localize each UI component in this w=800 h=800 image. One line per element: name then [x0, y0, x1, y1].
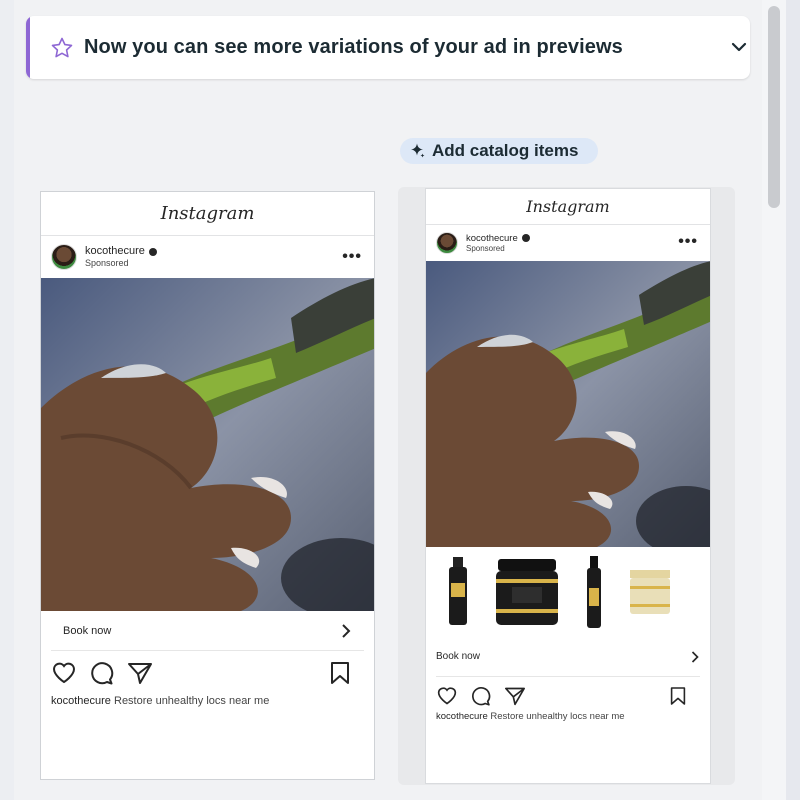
caption-text: Restore unhealthy locs near me — [490, 711, 625, 722]
chevron-down-icon[interactable] — [730, 38, 748, 56]
comment-icon[interactable] — [89, 661, 115, 685]
username: kocothecure — [85, 245, 145, 257]
ad-image — [426, 261, 710, 547]
more-options-icon[interactable]: ••• — [678, 233, 698, 251]
banner-title: Now you can see more variations of your … — [84, 36, 623, 58]
instagram-logo: Instagram — [426, 189, 710, 225]
post-header: kocothecure Sponsored ••• — [426, 225, 710, 261]
book-now-label: Book now — [63, 624, 112, 637]
post-actions — [426, 677, 710, 711]
banner-accent — [26, 16, 30, 79]
variations-banner[interactable]: Now you can see more variations of your … — [26, 16, 750, 79]
verified-icon — [521, 234, 530, 243]
book-now-cta[interactable]: Book now — [51, 611, 364, 651]
heart-icon[interactable] — [51, 661, 77, 685]
post-actions — [41, 651, 374, 695]
post-header: kocothecure Sponsored ••• — [41, 236, 374, 278]
ad-image — [41, 278, 374, 611]
instagram-logo: Instagram — [41, 192, 374, 236]
instagram-catalog-preview: Instagram kocothecure Sponsored ••• Book… — [425, 188, 711, 784]
heart-icon[interactable] — [436, 686, 458, 706]
instagram-feed-preview: Instagram kocothecure Sponsored ••• Book… — [40, 191, 375, 780]
username: kocothecure — [466, 232, 518, 244]
post-caption: kocothecure Restore unhealthy locs near … — [41, 695, 374, 707]
caption-text: Restore unhealthy locs near me — [114, 695, 270, 707]
scrollbar-thumb[interactable] — [768, 6, 780, 208]
bookmark-icon[interactable] — [330, 661, 350, 685]
spray-bottle-product — [587, 556, 601, 628]
share-icon[interactable] — [127, 661, 153, 685]
book-now-label: Book now — [436, 651, 480, 662]
more-options-icon[interactable]: ••• — [342, 248, 362, 266]
book-now-cta[interactable]: Book now — [436, 637, 700, 677]
verified-icon — [148, 247, 157, 256]
sponsored-label: Sponsored — [466, 243, 505, 253]
foam-bottle-product — [449, 557, 467, 625]
share-icon[interactable] — [504, 686, 526, 706]
right-gutter — [786, 0, 800, 800]
avatar — [51, 244, 77, 270]
catalog-carousel[interactable] — [426, 547, 710, 637]
caption-username: kocothecure — [436, 711, 488, 722]
avatar — [436, 232, 458, 254]
star-icon — [51, 37, 73, 58]
sparkle-icon — [411, 143, 425, 158]
sponsored-label: Sponsored — [85, 258, 129, 269]
jar-product — [496, 559, 558, 625]
comment-icon[interactable] — [470, 686, 492, 706]
chevron-right-icon — [691, 650, 699, 663]
scrollbar[interactable] — [762, 0, 786, 800]
add-catalog-items-label: Add catalog items — [432, 141, 579, 160]
bookmark-icon[interactable] — [670, 686, 686, 706]
add-catalog-items-button[interactable]: Add catalog items — [400, 138, 598, 164]
caption-username: kocothecure — [51, 695, 111, 707]
post-caption: kocothecure Restore unhealthy locs near … — [426, 711, 710, 722]
chevron-right-icon — [342, 623, 351, 638]
jar-small-product — [630, 570, 670, 614]
